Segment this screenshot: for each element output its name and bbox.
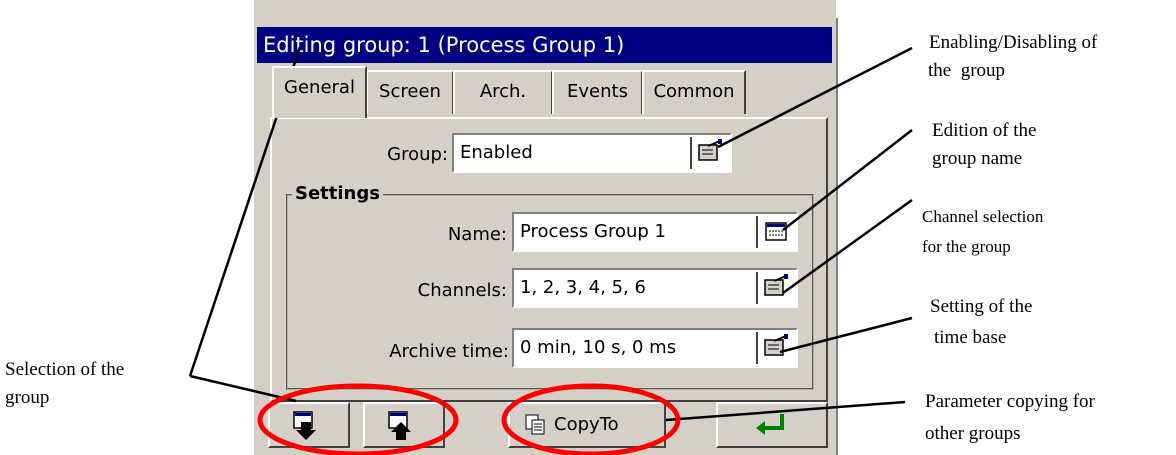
annotation-enabling-line2: the group (928, 60, 1006, 81)
name-field[interactable]: Process Group 1 (512, 212, 798, 252)
group-value: Enabled (460, 142, 533, 163)
annotation-copy-line2: other groups (925, 423, 1021, 444)
edit-properties-icon (698, 139, 722, 161)
tab-screen[interactable]: Screen (366, 70, 454, 114)
keyboard-icon (765, 222, 787, 241)
copy-icon (525, 414, 545, 435)
enter-arrow-icon (756, 414, 784, 435)
name-keyboard-button[interactable] (756, 216, 794, 248)
group-label: Group: (387, 144, 448, 165)
annotation-copy-line1: Parameter copying for (925, 391, 1095, 412)
next-group-button[interactable] (268, 402, 350, 448)
previous-group-icon (388, 411, 411, 440)
tab-arch[interactable]: Arch. (453, 70, 553, 114)
archive-time-value: 0 min, 10 s, 0 ms (520, 337, 677, 358)
edit-properties-icon (764, 334, 788, 356)
name-value: Process Group 1 (520, 221, 666, 242)
group-edit-button[interactable] (690, 137, 728, 169)
device-top-strip (254, 0, 836, 18)
channels-label: Channels: (417, 280, 507, 301)
channels-edit-button[interactable] (756, 272, 794, 304)
copy-to-label: CopyTo (554, 414, 619, 435)
annotation-setting-line2: time base (934, 327, 1007, 348)
window-title: Editing group: 1 (Process Group 1) (257, 27, 832, 63)
channels-value: 1, 2, 3, 4, 5, 6 (520, 277, 646, 298)
group-field[interactable]: Enabled (452, 133, 732, 173)
tab-common[interactable]: Common (642, 70, 746, 114)
previous-group-button[interactable] (363, 402, 445, 448)
archive-time-field[interactable]: 0 min, 10 s, 0 ms (512, 328, 798, 368)
annotation-channel-line2: for the group (922, 237, 1011, 256)
annotation-selection-line2: group (5, 387, 50, 408)
annotation-edition-line1: Edition of the (932, 120, 1037, 141)
tab-events[interactable]: Events (552, 70, 643, 114)
copy-to-button[interactable]: CopyTo (508, 402, 666, 448)
annotation-enabling-line1: Enabling/Disabling of (929, 32, 1098, 53)
annotation-edition-line2: group name (932, 148, 1023, 169)
channels-field[interactable]: 1, 2, 3, 4, 5, 6 (512, 268, 798, 308)
archive-time-edit-button[interactable] (756, 332, 794, 364)
edit-properties-icon (764, 274, 788, 296)
tab-general[interactable]: General (272, 66, 367, 118)
settings-title: Settings (292, 183, 383, 204)
enter-button[interactable] (716, 402, 828, 448)
annotation-channel-line1: Channel selection (922, 207, 1044, 226)
archive-time-label: Archive time: (389, 341, 509, 362)
annotation-selection-line1: Selection of the (5, 359, 125, 380)
annotation-setting-line1: Setting of the (930, 296, 1033, 317)
next-group-icon (293, 411, 316, 440)
name-label: Name: (447, 224, 507, 245)
